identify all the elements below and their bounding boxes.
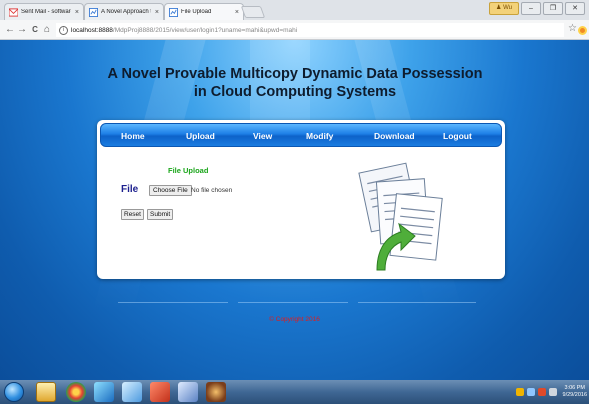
document-upload-illustration bbox=[358, 162, 443, 271]
no-file-chosen-text: No file chosen bbox=[191, 187, 233, 194]
file-label: File bbox=[121, 184, 139, 195]
tab-novel-approach[interactable]: A Novel Approach to Pr × bbox=[84, 3, 164, 20]
nav-logout[interactable]: Logout bbox=[443, 131, 472, 141]
nav-modify[interactable]: Modify bbox=[306, 131, 333, 141]
tab-file-upload[interactable]: File Upload × bbox=[164, 3, 244, 20]
content-card: Home Upload View Modify Download Logout … bbox=[97, 120, 505, 279]
tab-title: File Upload bbox=[181, 9, 212, 15]
nav-home[interactable]: Home bbox=[121, 131, 145, 141]
chrome-icon[interactable] bbox=[66, 382, 86, 402]
forward-icon[interactable]: → bbox=[16, 24, 28, 36]
clock-time: 3:06 PM bbox=[564, 385, 585, 391]
system-tray: 3:06 PM 9/29/2016 bbox=[515, 380, 587, 404]
bookmark-star-icon[interactable]: ☆ bbox=[568, 23, 577, 34]
app-icon[interactable] bbox=[178, 382, 198, 402]
reload-icon[interactable]: C bbox=[29, 24, 41, 36]
network-icon[interactable] bbox=[526, 388, 535, 396]
reset-button[interactable]: Reset bbox=[121, 209, 144, 220]
browser-tabstrip: Sent Mail - softwarepro × A Novel Approa… bbox=[0, 0, 589, 20]
home-icon[interactable]: ⌂ bbox=[41, 24, 53, 36]
new-tab-button[interactable] bbox=[240, 6, 266, 18]
app-icon[interactable] bbox=[206, 382, 226, 402]
tab-close-icon[interactable]: × bbox=[75, 9, 79, 16]
copyright-text: © Copyright 2016 bbox=[269, 316, 320, 323]
page-title-line-2: in Cloud Computing Systems bbox=[193, 84, 397, 100]
browser-toolbar: ← → C ⌂ i localhost:8888/MdpProj8888/201… bbox=[0, 20, 589, 40]
tab-title: Sent Mail - softwarepro bbox=[21, 9, 71, 15]
window-controls: ♟ Wu – ❐ ✕ bbox=[489, 2, 585, 15]
tab-gmail[interactable]: Sent Mail - softwarepro × bbox=[4, 3, 84, 20]
app-icon[interactable] bbox=[150, 382, 170, 402]
footer-divider bbox=[118, 302, 228, 303]
address-bar[interactable]: i localhost:8888/MdpProj8888/2015/view/u… bbox=[56, 23, 564, 37]
footer-divider bbox=[358, 302, 476, 303]
info-icon[interactable]: i bbox=[59, 25, 68, 35]
back-icon[interactable]: ← bbox=[4, 24, 16, 36]
url-host: localhost:8888 bbox=[71, 26, 113, 34]
media-icon[interactable] bbox=[94, 382, 114, 402]
url-path: /MdpProj8888/2015/view/user/login1?uname… bbox=[112, 26, 298, 34]
close-window-button[interactable]: ✕ bbox=[565, 2, 585, 15]
page-icon bbox=[169, 7, 178, 17]
main-nav: Home Upload View Modify Download Logout bbox=[100, 123, 502, 147]
explorer-icon[interactable] bbox=[36, 382, 56, 402]
submit-button[interactable]: Submit bbox=[147, 209, 174, 220]
page-icon bbox=[89, 7, 98, 17]
tab-close-icon[interactable]: × bbox=[155, 9, 159, 16]
tab-close-icon[interactable]: × bbox=[235, 9, 239, 16]
clock[interactable]: 3:06 PM 9/29/2016 bbox=[563, 385, 587, 399]
footer-divider bbox=[238, 302, 348, 303]
page-title: A Novel Provable Multicopy Dynamic Data … bbox=[90, 65, 500, 101]
page-title-line-1: A Novel Provable Multicopy Dynamic Data … bbox=[107, 66, 483, 82]
gmail-icon bbox=[9, 7, 18, 17]
tray-icon[interactable] bbox=[515, 388, 524, 396]
windows-taskbar: 3:06 PM 9/29/2016 bbox=[0, 380, 589, 404]
extension-icon[interactable] bbox=[578, 26, 587, 35]
tab-title: A Novel Approach to Pr bbox=[101, 9, 151, 15]
maximize-button[interactable]: ❐ bbox=[543, 2, 563, 15]
user-profile-button[interactable]: ♟ Wu bbox=[489, 2, 519, 15]
minimize-button[interactable]: – bbox=[521, 2, 541, 15]
nav-view[interactable]: View bbox=[253, 131, 272, 141]
web-page: A Novel Provable Multicopy Dynamic Data … bbox=[0, 40, 589, 380]
upload-heading: File Upload bbox=[168, 166, 209, 175]
start-button[interactable] bbox=[4, 382, 24, 402]
volume-icon[interactable] bbox=[548, 388, 557, 396]
nav-download[interactable]: Download bbox=[374, 131, 415, 141]
tray-icon[interactable] bbox=[537, 388, 546, 396]
app-icon[interactable] bbox=[122, 382, 142, 402]
choose-file-button[interactable]: Choose File bbox=[149, 185, 192, 196]
nav-upload[interactable]: Upload bbox=[186, 131, 215, 141]
clock-date: 9/29/2016 bbox=[562, 392, 587, 398]
